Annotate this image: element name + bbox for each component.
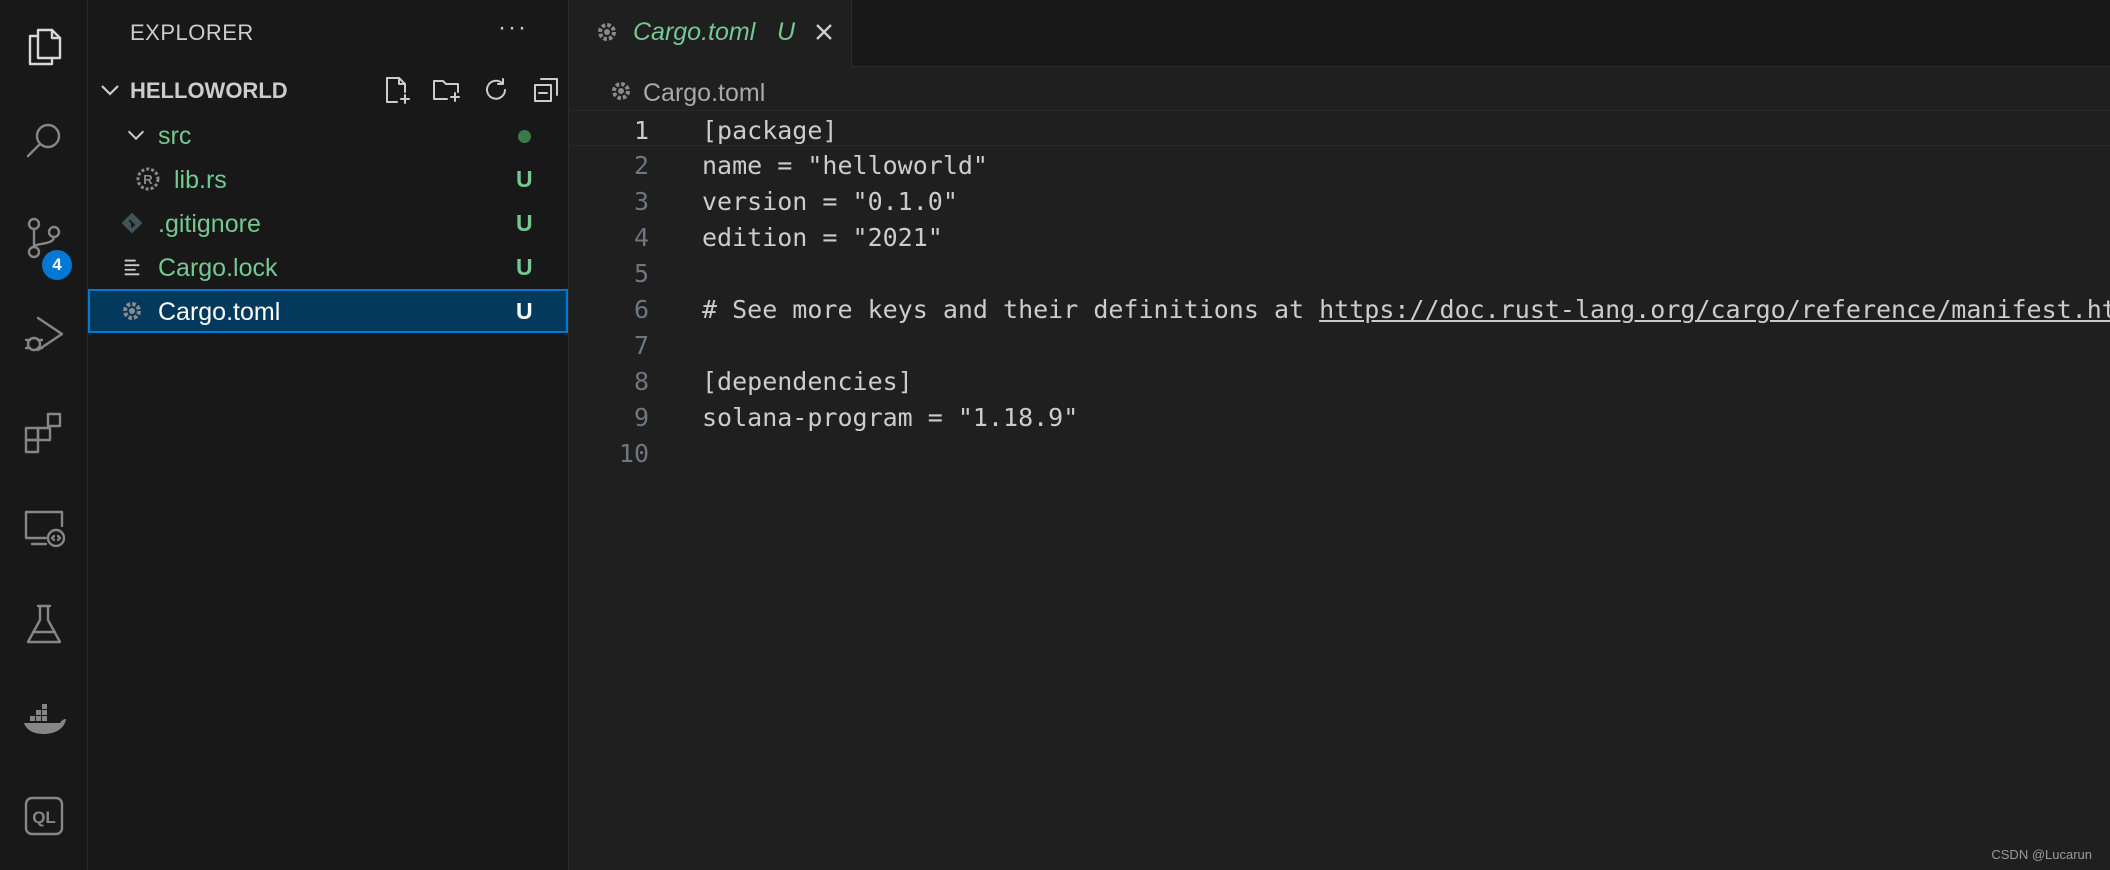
editor-area: Cargo.toml U Cargo.toml 1 [package] 2 na… <box>569 0 2110 870</box>
svg-text:QL: QL <box>32 808 56 827</box>
line-number: 9 <box>633 403 649 432</box>
chevron-down-icon <box>98 78 122 107</box>
breadcrumb[interactable]: Cargo.toml <box>609 76 765 110</box>
line-number: 6 <box>633 295 649 324</box>
code-text: version = "0.1.0" <box>702 187 958 216</box>
code-text: [package] <box>702 116 838 145</box>
extensions-icon[interactable] <box>0 392 88 472</box>
line-number: 10 <box>618 439 649 468</box>
rust-file-icon: R <box>136 167 160 191</box>
untracked-badge: U <box>777 18 796 46</box>
sidebar-title: EXPLORER <box>130 20 254 45</box>
tab-cargo-toml[interactable]: Cargo.toml U <box>569 0 852 67</box>
git-file-icon <box>120 211 144 235</box>
comment-text: # See more keys and their definitions at <box>702 295 1320 324</box>
code-line: 4 edition = "2021" <box>569 218 2110 254</box>
gear-icon <box>595 20 619 49</box>
code-line: 7 <box>569 326 2110 362</box>
docker-icon[interactable] <box>0 680 88 760</box>
tree-item-src[interactable]: src <box>88 113 568 157</box>
explorer-sidebar: EXPLORER ··· HELLOWORLD src R lib.rs U .… <box>88 0 569 870</box>
tree-item-cargo-lock[interactable]: Cargo.lock U <box>88 245 568 289</box>
tree-item-lib-rs[interactable]: R lib.rs U <box>88 157 568 201</box>
workspace-section-header[interactable]: HELLOWORLD <box>88 68 568 112</box>
more-actions-button[interactable]: ··· <box>498 14 528 42</box>
new-folder-icon[interactable] <box>428 72 464 108</box>
untracked-badge: U <box>516 210 533 236</box>
collapse-all-icon[interactable] <box>528 72 564 108</box>
code-text: [dependencies] <box>702 367 913 396</box>
tree-item-label: lib.rs <box>174 166 227 194</box>
code-line: 1 [package] <box>569 110 2110 146</box>
scm-count-badge: 4 <box>42 250 72 280</box>
line-number: 2 <box>633 151 649 180</box>
remote-explorer-icon[interactable] <box>0 488 88 568</box>
line-number: 4 <box>633 223 649 252</box>
code-line: 3 version = "0.1.0" <box>569 182 2110 218</box>
breadcrumb-item: Cargo.toml <box>643 78 766 107</box>
line-number: 5 <box>633 259 649 288</box>
chevron-down-icon <box>124 123 148 147</box>
modified-dot <box>518 130 531 143</box>
line-number: 3 <box>633 187 649 216</box>
line-number: 8 <box>633 367 649 396</box>
code-line: 8 [dependencies] <box>569 362 2110 398</box>
gear-icon <box>609 79 633 108</box>
workspace-title: HELLOWORLD <box>130 78 288 103</box>
tree-item-gitignore[interactable]: .gitignore U <box>88 201 568 245</box>
source-control-icon[interactable]: 4 <box>0 198 88 280</box>
gear-icon <box>120 299 144 323</box>
code-line: 5 <box>569 254 2110 290</box>
testing-icon[interactable] <box>0 584 88 664</box>
activity-bar: 4 QL <box>0 0 88 870</box>
codeql-icon[interactable]: QL <box>0 776 88 856</box>
manifest-link[interactable]: https://doc.rust-lang.org/cargo/referenc… <box>1319 295 2110 324</box>
untracked-badge: U <box>516 166 533 192</box>
untracked-badge: U <box>516 298 533 324</box>
code-text: # See more keys and their definitions at… <box>702 295 2110 324</box>
search-icon[interactable] <box>0 100 88 180</box>
run-debug-icon[interactable] <box>0 294 88 374</box>
tree-item-label: Cargo.lock <box>158 254 278 282</box>
code-line: 6 # See more keys and their definitions … <box>569 290 2110 326</box>
svg-text:R: R <box>143 172 153 187</box>
tree-item-label: .gitignore <box>158 210 261 238</box>
line-number: 1 <box>633 116 649 145</box>
code-text: edition = "2021" <box>702 223 943 252</box>
code-line: 9 solana-program = "1.18.9" <box>569 398 2110 434</box>
tab-label: Cargo.toml <box>633 18 756 46</box>
close-icon[interactable] <box>812 20 836 49</box>
line-number: 7 <box>633 331 649 360</box>
tree-item-cargo-toml[interactable]: Cargo.toml U <box>88 289 568 333</box>
tab-bar: Cargo.toml U <box>569 0 2110 67</box>
explorer-icon[interactable] <box>0 6 88 86</box>
untracked-badge: U <box>516 254 533 280</box>
code-text: solana-program = "1.18.9" <box>702 403 1079 432</box>
refresh-icon[interactable] <box>478 72 514 108</box>
lines-file-icon <box>120 255 144 279</box>
watermark: CSDN @Lucarun <box>1991 847 2092 862</box>
tree-item-label: Cargo.toml <box>158 298 281 326</box>
tree-item-label: src <box>158 122 192 150</box>
code-line: 2 name = "helloworld" <box>569 146 2110 182</box>
code-line: 10 <box>569 434 2110 470</box>
code-text: name = "helloworld" <box>702 151 988 180</box>
new-file-icon[interactable] <box>378 72 414 108</box>
